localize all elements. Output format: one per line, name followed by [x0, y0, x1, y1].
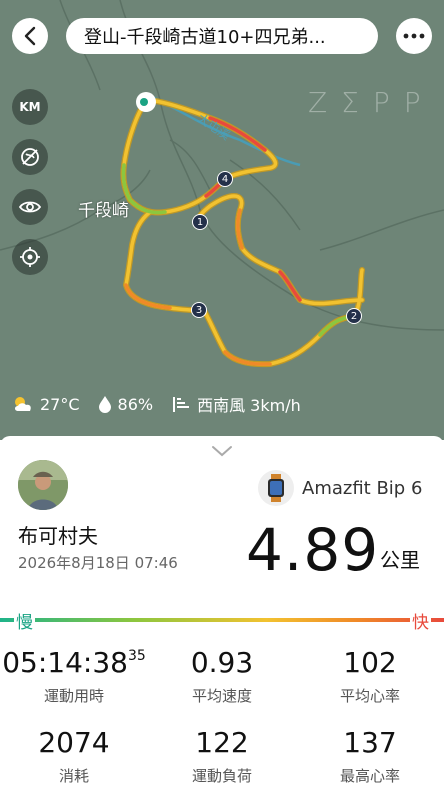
temperature-info: 27°C — [12, 395, 80, 414]
terrain-layer — [0, 0, 444, 368]
speed-legend-bar — [0, 618, 444, 622]
wind-flag-icon — [173, 397, 190, 412]
top-bar: 登山-千段崎古道10+四兄弟... — [0, 14, 444, 58]
stat-label: 運動負荷 — [191, 767, 252, 785]
wind-info: 西南風 3km/h — [171, 392, 301, 416]
unit-toggle-button[interactable]: KM — [12, 89, 48, 125]
workout-date: 2026年8月18日 07:46 — [18, 554, 178, 572]
stat-value-suffix: 35 — [127, 648, 146, 664]
wind-value: 西南風 3km/h — [197, 396, 301, 415]
place-label: 千段崎 — [78, 201, 129, 221]
stat-duration: 05:14:3835 運動用時 — [0, 646, 148, 706]
watch-icon — [258, 470, 294, 506]
stat-label: 最高心率 — [339, 767, 400, 785]
chevron-down-icon[interactable] — [210, 444, 234, 458]
stat-calories: 2074 消耗 — [0, 726, 148, 786]
user-photo — [18, 460, 68, 510]
stat-label: 平均速度 — [191, 687, 252, 705]
weather-bar: 27°C 86% 西南風 3km/h — [12, 392, 319, 416]
workout-title-text: 登山-千段崎古道10+四兄弟... — [84, 27, 326, 48]
water-drop-icon — [98, 396, 111, 413]
route-off-icon — [21, 148, 39, 166]
waypoint-marker-3[interactable]: 3 — [191, 302, 207, 318]
more-button[interactable] — [396, 18, 432, 54]
humidity-value: 86% — [117, 394, 154, 414]
workout-summary-sheet: Amazfit Bip 6 布可村夫 2026年8月18日 07:46 4.89… — [0, 436, 444, 800]
speed-slow-label: 慢 — [14, 608, 35, 633]
workout-title[interactable]: 登山-千段崎古道10+四兄弟... — [66, 18, 378, 54]
waypoint-marker-1[interactable]: 1 — [192, 214, 208, 230]
hide-route-button[interactable] — [12, 139, 48, 175]
temperature-value: 27°C — [40, 394, 80, 414]
eye-icon — [18, 201, 42, 213]
device-info[interactable]: Amazfit Bip 6 — [258, 470, 422, 506]
waypoint-label: 3 — [195, 304, 203, 316]
stat-avg-speed: 0.93 平均速度 — [148, 646, 296, 706]
user-name: 布可村夫 — [18, 524, 98, 548]
partly-cloudy-icon — [15, 397, 31, 411]
humidity-info: 86% — [98, 394, 154, 414]
stat-max-heart-rate: 137 最高心率 — [296, 726, 444, 786]
waypoint-label: 4 — [221, 173, 229, 185]
stat-value: 05:14:38 — [2, 646, 128, 679]
stat-value: 137 — [343, 726, 397, 759]
stat-label: 平均心率 — [339, 687, 400, 705]
brand-logo: ZΣPP — [308, 86, 435, 119]
route-map[interactable]: 1 2 3 4 大屯溪 千段崎 ZΣPP 登山-千段崎古道10+四兄弟... K… — [0, 0, 444, 440]
more-horizontal-icon — [403, 33, 425, 39]
stat-value: 102 — [343, 646, 397, 679]
waypoint-marker-2[interactable]: 2 — [346, 308, 362, 324]
waypoint-marker-4[interactable]: 4 — [217, 171, 233, 187]
stat-label: 消耗 — [58, 767, 89, 785]
unit-toggle-label: KM — [19, 100, 41, 114]
locate-button[interactable] — [12, 239, 48, 275]
waypoint-label: 2 — [350, 310, 358, 322]
device-name: Amazfit Bip 6 — [302, 477, 423, 499]
back-button[interactable] — [12, 18, 48, 54]
stat-training-load: 122 運動負荷 — [148, 726, 296, 786]
avatar[interactable] — [18, 460, 68, 510]
stat-value: 122 — [195, 726, 249, 759]
stat-avg-heart-rate: 102 平均心率 — [296, 646, 444, 706]
speed-fast-label: 快 — [410, 608, 431, 633]
view-toggle-button[interactable] — [12, 189, 48, 225]
stat-value: 2074 — [38, 726, 110, 759]
chevron-left-icon — [24, 26, 36, 46]
start-marker — [136, 92, 156, 112]
distance-unit: 公里 — [380, 548, 420, 572]
waypoint-label: 1 — [196, 216, 204, 228]
stat-value: 0.93 — [190, 646, 254, 679]
distance-value: 4.89 — [246, 516, 380, 584]
locate-icon — [20, 247, 40, 267]
stat-label: 運動用時 — [43, 687, 104, 705]
